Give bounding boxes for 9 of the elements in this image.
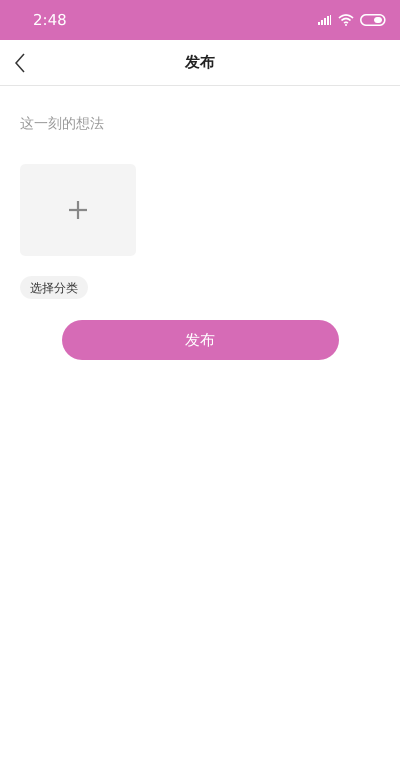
battery-icon <box>360 14 386 26</box>
status-time: 2:48 <box>33 10 67 31</box>
category-chip[interactable]: 选择分类 <box>20 276 88 299</box>
plus-icon <box>68 200 88 220</box>
wifi-icon <box>338 14 354 26</box>
signal-icon <box>318 15 332 25</box>
thought-field[interactable]: 这一刻的想法 <box>20 114 380 144</box>
back-icon <box>15 53 25 73</box>
page-title: 发布 <box>185 52 215 74</box>
